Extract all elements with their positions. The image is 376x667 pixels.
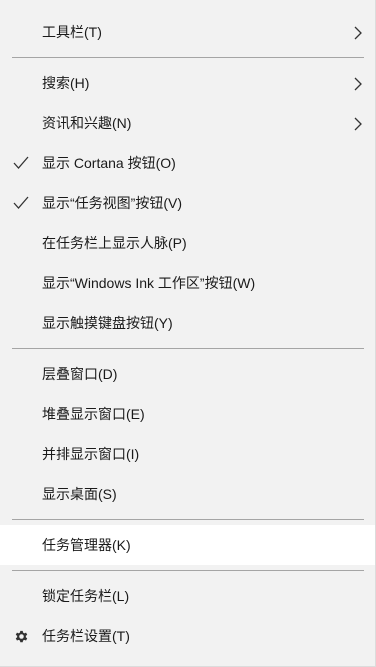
menu-item-label: 任务管理器(K) — [42, 537, 131, 553]
menu-item-label: 显示“Windows Ink 工作区”按钮(W) — [42, 275, 256, 291]
chevron-right-icon — [354, 77, 362, 91]
menu-item-label: 工具栏(T) — [42, 24, 102, 40]
checkmark-icon — [13, 196, 29, 209]
menu-item-show-task-view[interactable]: 显示“任务视图”按钮(V) — [0, 183, 375, 223]
menu-item-label: 显示 Cortana 按钮(O) — [42, 155, 176, 171]
menu-item-label: 堆叠显示窗口(E) — [42, 406, 145, 422]
menu-item-show-windows-ink[interactable]: 显示“Windows Ink 工作区”按钮(W) — [0, 263, 375, 303]
menu-item-label: 任务栏设置(T) — [42, 628, 130, 644]
menu-item-cascade-windows[interactable]: 层叠窗口(D) — [0, 354, 375, 394]
menu-separator — [12, 348, 364, 349]
menu-separator — [12, 570, 364, 571]
menu-item-show-cortana[interactable]: 显示 Cortana 按钮(O) — [0, 143, 375, 183]
menu-item-news-interests[interactable]: 资讯和兴趣(N) — [0, 103, 375, 143]
menu-item-show-people[interactable]: 在任务栏上显示人脉(P) — [0, 223, 375, 263]
menu-item-label: 搜索(H) — [42, 75, 90, 91]
gear-icon — [15, 630, 28, 643]
menu-item-label: 锁定任务栏(L) — [42, 588, 130, 604]
menu-item-label: 层叠窗口(D) — [42, 366, 118, 382]
menu-item-stack-windows[interactable]: 堆叠显示窗口(E) — [0, 394, 375, 434]
menu-separator — [12, 57, 364, 58]
menu-item-side-by-side[interactable]: 并排显示窗口(I) — [0, 434, 375, 474]
menu-item-task-manager[interactable]: 任务管理器(K) — [0, 525, 375, 565]
menu-item-label: 显示触摸键盘按钮(Y) — [42, 315, 173, 331]
menu-item-label: 并排显示窗口(I) — [42, 446, 140, 462]
chevron-right-icon — [354, 117, 362, 131]
menu-separator — [12, 519, 364, 520]
menu-item-label: 在任务栏上显示人脉(P) — [42, 235, 187, 251]
menu-item-label: 显示桌面(S) — [42, 486, 117, 502]
chevron-right-icon — [354, 26, 362, 40]
checkmark-icon — [13, 156, 29, 169]
taskbar-context-menu: 工具栏(T) 搜索(H) 资讯和兴趣(N) 显示 Cortana 按钮(O) 显… — [0, 0, 376, 667]
menu-item-label: 显示“任务视图”按钮(V) — [42, 195, 182, 211]
menu-item-lock-taskbar[interactable]: 锁定任务栏(L) — [0, 576, 375, 616]
menu-item-search[interactable]: 搜索(H) — [0, 63, 375, 103]
menu-item-label: 资讯和兴趣(N) — [42, 115, 132, 131]
menu-item-taskbar-settings[interactable]: 任务栏设置(T) — [0, 616, 375, 656]
menu-item-show-touch-keyboard[interactable]: 显示触摸键盘按钮(Y) — [0, 303, 375, 343]
menu-item-toolbars[interactable]: 工具栏(T) — [0, 12, 375, 52]
menu-item-show-desktop[interactable]: 显示桌面(S) — [0, 474, 375, 514]
